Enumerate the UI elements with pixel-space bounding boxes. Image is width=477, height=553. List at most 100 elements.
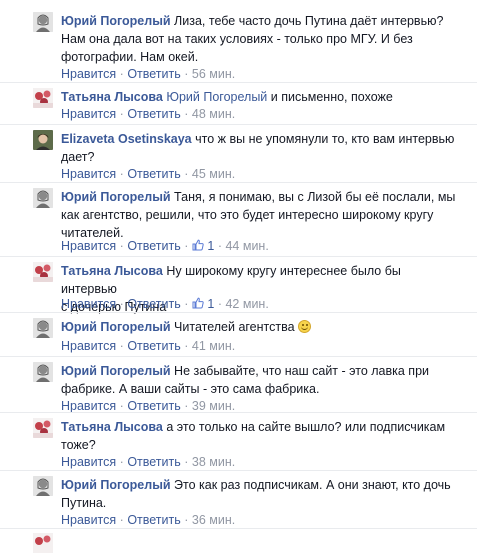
comment-text-line: Юрий Погорелый Не забывайте, что наш сай… bbox=[61, 362, 456, 380]
comment-author[interactable]: Elizaveta Osetinskaya bbox=[61, 132, 192, 146]
divider bbox=[0, 356, 477, 357]
divider bbox=[0, 312, 477, 313]
comment-author[interactable]: Юрий Погорелый bbox=[61, 190, 171, 204]
like-link[interactable]: Нравится bbox=[61, 455, 116, 469]
profile-photo-icon bbox=[33, 418, 53, 438]
reply-link[interactable]: Ответить bbox=[127, 339, 180, 353]
comment-text-line: Юрий Погорелый Это как раз подписчикам. … bbox=[61, 476, 456, 494]
profile-photo-icon bbox=[33, 533, 53, 553]
comment-actions: Нравится · Ответить · 41 мин. bbox=[61, 338, 235, 354]
comment-author[interactable]: Юрий Погорелый bbox=[61, 364, 171, 378]
reply-link[interactable]: Ответить bbox=[127, 107, 180, 121]
like-link[interactable]: Нравится bbox=[61, 297, 116, 311]
like-link[interactable]: Нравится bbox=[61, 167, 116, 181]
separator: · bbox=[119, 167, 124, 181]
separator: · bbox=[119, 239, 124, 253]
comment-author[interactable]: Татьяна Лысова bbox=[61, 90, 163, 104]
avatar[interactable] bbox=[33, 318, 53, 338]
divider bbox=[0, 256, 477, 257]
separator: · bbox=[184, 339, 189, 353]
avatar[interactable] bbox=[33, 130, 53, 150]
avatar[interactable] bbox=[33, 533, 53, 553]
reply-link[interactable]: Ответить bbox=[127, 399, 180, 413]
divider bbox=[0, 470, 477, 471]
separator: · bbox=[119, 399, 124, 413]
comment-text-line: Татьяна Лысова Ну широкому кругу интерес… bbox=[61, 262, 456, 298]
comment-timestamp[interactable]: 48 мин. bbox=[192, 107, 235, 121]
profile-photo-icon bbox=[33, 188, 53, 208]
profile-photo-icon bbox=[33, 362, 53, 382]
comment-author[interactable]: Юрий Погорелый bbox=[61, 478, 171, 492]
comment-text: а это только на сайте вышло? или подписч… bbox=[166, 420, 446, 434]
comment-actions: Нравится · Ответить · 56 мин. bbox=[61, 66, 235, 82]
separator: · bbox=[184, 107, 189, 121]
comment-mention[interactable]: Юрий Погорелый bbox=[166, 90, 267, 104]
comment-text-line: Татьяна Лысова а это только на сайте выш… bbox=[61, 418, 456, 436]
comment-timestamp[interactable]: 56 мин. bbox=[192, 67, 235, 81]
separator: · bbox=[184, 513, 189, 527]
comment-actions: Нравится · Ответить · 38 мин. bbox=[61, 454, 235, 470]
comment-text: фотографии. Нам окей. bbox=[61, 50, 199, 64]
avatar[interactable] bbox=[33, 88, 53, 108]
comment-text: фабрике. А ваши сайты - это сама фабрика… bbox=[61, 382, 320, 396]
like-link[interactable]: Нравится bbox=[61, 399, 116, 413]
separator: · bbox=[119, 339, 124, 353]
comment-text: и письменно, похоже bbox=[270, 90, 393, 104]
smiley-emoji-icon bbox=[298, 320, 312, 333]
reply-link[interactable]: Ответить bbox=[127, 455, 180, 469]
like-count[interactable]: 1 bbox=[207, 239, 214, 253]
avatar[interactable] bbox=[33, 262, 53, 282]
avatar[interactable] bbox=[33, 188, 53, 208]
separator: · bbox=[119, 67, 124, 81]
reply-link[interactable]: Ответить bbox=[127, 167, 180, 181]
reply-link[interactable]: Ответить bbox=[127, 67, 180, 81]
reply-link[interactable]: Ответить bbox=[127, 239, 180, 253]
comment-timestamp[interactable]: 38 мин. bbox=[192, 455, 235, 469]
like-link[interactable]: Нравится bbox=[61, 67, 116, 81]
comment-timestamp[interactable]: 39 мин. bbox=[192, 399, 235, 413]
avatar[interactable] bbox=[33, 418, 53, 438]
avatar[interactable] bbox=[33, 12, 53, 32]
comment-text: Таня, я понимаю, вы с Лизой бы её послал… bbox=[174, 190, 456, 204]
divider bbox=[0, 124, 477, 125]
comment-author[interactable]: Татьяна Лысова bbox=[61, 420, 163, 434]
comment-actions: Нравится · Ответить · 1 · 42 мин. bbox=[61, 296, 269, 312]
comment-text: как агентство, решили, что это будет инт… bbox=[61, 208, 434, 222]
thumbs-up-icon[interactable] bbox=[192, 239, 204, 251]
comment-thread: Юрий Погорелый Лиза, тебе часто дочь Пут… bbox=[0, 0, 477, 553]
profile-photo-icon bbox=[33, 476, 53, 496]
comment-text-line: Юрий Погорелый Читателей агентства bbox=[61, 318, 456, 336]
comment-text-line: Elizaveta Osetinskaya что ж вы не упомян… bbox=[61, 130, 456, 148]
like-link[interactable]: Нравится bbox=[61, 339, 116, 353]
separator: · bbox=[184, 297, 189, 311]
comment-timestamp[interactable]: 42 мин. bbox=[225, 297, 268, 311]
profile-photo-icon bbox=[33, 318, 53, 338]
comment-author[interactable]: Юрий Погорелый bbox=[61, 14, 171, 28]
thumbs-up-icon[interactable] bbox=[192, 297, 204, 309]
comment-actions: Нравится · Ответить · 45 мин. bbox=[61, 166, 235, 182]
comment-timestamp[interactable]: 36 мин. bbox=[192, 513, 235, 527]
comment-timestamp[interactable]: 44 мин. bbox=[225, 239, 268, 253]
comment-author[interactable]: Татьяна Лысова bbox=[61, 264, 163, 278]
comment-text-line: Юрий Погорелый Лиза, тебе часто дочь Пут… bbox=[61, 12, 456, 30]
divider bbox=[0, 182, 477, 183]
comment-text: что ж вы не упомянули то, кто вам интерв… bbox=[195, 132, 455, 146]
like-count[interactable]: 1 bbox=[207, 297, 214, 311]
comment-author[interactable]: Юрий Погорелый bbox=[61, 320, 171, 334]
comment-timestamp[interactable]: 41 мин. bbox=[192, 339, 235, 353]
like-link[interactable]: Нравится bbox=[61, 239, 116, 253]
comment-timestamp[interactable]: 45 мин. bbox=[192, 167, 235, 181]
avatar[interactable] bbox=[33, 362, 53, 382]
comment-actions: Нравится · Ответить · 36 мин. bbox=[61, 512, 235, 528]
reply-link[interactable]: Ответить bbox=[127, 297, 180, 311]
avatar[interactable] bbox=[33, 476, 53, 496]
separator: · bbox=[119, 297, 124, 311]
like-link[interactable]: Нравится bbox=[61, 107, 116, 121]
separator: · bbox=[184, 67, 189, 81]
separator: · bbox=[184, 167, 189, 181]
reply-link[interactable]: Ответить bbox=[127, 513, 180, 527]
comment-text: Это как раз подписчикам. А они знают, кт… bbox=[174, 478, 451, 492]
divider bbox=[0, 412, 477, 413]
like-link[interactable]: Нравится bbox=[61, 513, 116, 527]
separator: · bbox=[184, 399, 189, 413]
